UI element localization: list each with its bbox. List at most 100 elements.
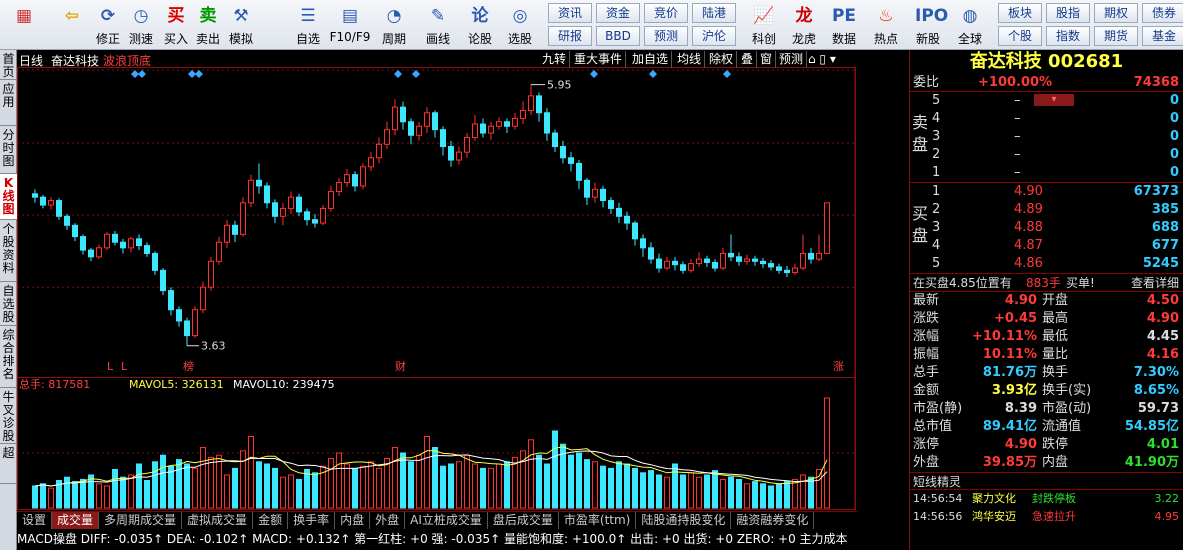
candle [568,152,574,172]
volume-bar [120,476,126,509]
side-tab[interactable]: 牛叉诊股 [0,388,17,444]
dragon-tiger-button[interactable]: 龙龙虎 [784,2,824,48]
discuss-button[interactable]: 论论股 [460,2,500,48]
quick-button[interactable]: 指数 [1046,26,1090,46]
chart-tool-button[interactable]: 九转 [539,51,571,68]
short-line-item[interactable]: 14:56:54 聚力文化 封跌停板 3.22 [910,490,1183,508]
quick-button[interactable]: 基金 [1142,26,1183,46]
candle-body [416,125,422,136]
indicator-tab[interactable]: AI立桩成交量 [405,512,488,529]
chart-tool-button[interactable]: 均线 [674,51,706,68]
draw-line-button[interactable]: ✎ 画线 [416,2,460,48]
chart-tool-button[interactable]: 叠 [738,51,758,68]
side-tab[interactable]: 个股资料 [0,220,17,282]
sell-button[interactable]: 卖卖出 [192,2,224,48]
back-button[interactable]: ⇦ [52,2,92,48]
quick-button[interactable]: 个股 [998,26,1042,46]
chart-tool-button[interactable]: 窗 [757,51,777,68]
side-tab[interactable]: 首页 [0,50,17,80]
quick-button[interactable]: 资讯 [548,3,592,23]
notice-detail-link[interactable]: 查看详细 [1131,274,1179,292]
stat-label: 总市值 [913,419,953,434]
quick-button[interactable]: 板块 [998,3,1042,23]
indicator-tab[interactable]: 陆股通持股变化 [636,512,732,529]
buy-level[interactable]: 4 4.87 677 [910,237,1183,255]
quick-button[interactable]: 沪伦 [692,26,736,46]
quick-button[interactable]: 竞价 [644,3,688,23]
quick-button[interactable]: 期权 [1094,3,1138,23]
candle-body [728,252,734,258]
data-button[interactable]: PE 数据 [824,2,864,48]
indicator-tab[interactable]: 融资融券变化 [731,512,815,529]
weibi-count: 74368 [1133,75,1179,90]
buy-level[interactable]: 2 4.89 385 [910,201,1183,219]
short-line-item[interactable]: 14:56:56 鸿华安迈 急速拉升 4.95 [910,508,1183,526]
period-button[interactable]: ◔ 周期 [372,2,416,48]
buy-button[interactable]: 买买入 [160,2,192,48]
toolbar-label: 模拟 [228,32,253,46]
star-market-button[interactable]: 📈 科创 [744,2,784,48]
quick-button[interactable]: 预测 [644,26,688,46]
chart-tool-button[interactable]: 除权 [706,51,738,68]
buy-level[interactable]: 5 4.86 5245 [910,255,1183,273]
collapse-arrow-icon[interactable]: ▾ [1034,94,1074,106]
hotspot-button[interactable]: ♨ 热点 [864,2,908,48]
chart-tool-button[interactable]: 加自选 [629,51,673,68]
side-tab[interactable]: 自选股 [0,282,17,326]
side-tab[interactable]: 超 [0,444,17,484]
stat-row: 总市值 89.41亿 流通值 54.85亿 [910,418,1183,436]
correction-button[interactable]: ⟳ 修正 [92,2,124,48]
stat-label: 振幅 [913,347,940,362]
indicator-tab[interactable]: 市盈率(ttm) [559,512,637,529]
indicator-tab[interactable]: 盘后成交量 [488,512,559,529]
sell-level[interactable]: 1 – 0 [910,164,1183,182]
side-tab[interactable]: K线图 [0,174,17,220]
quick-button[interactable]: 股指 [1046,3,1090,23]
volume-bar [720,478,726,509]
logo-button[interactable]: ▦ [2,2,46,48]
indicator-tab[interactable]: 内盘 [335,512,371,529]
side-tab[interactable]: 分时图 [0,126,17,174]
quick-button[interactable]: 期货 [1094,26,1138,46]
candle [400,101,406,130]
chart-indicator-name[interactable]: 波浪顶底 [103,52,151,68]
candle [176,306,182,327]
ipo-button[interactable]: IPO 新股 [908,2,948,48]
order-notice[interactable]: 在买盘4.85位置有 883手 买单! 查看详细 [910,274,1183,292]
chart-canvas[interactable]: 6.085.434.794.155.953.63LL榜财涨总手: 817581M… [17,50,857,510]
chart-period[interactable]: 日线 [19,52,43,68]
buy-level[interactable]: 3 4.88 688 [910,219,1183,237]
indicator-tab[interactable]: 外盘 [370,512,406,529]
candle-body [288,196,294,209]
sell-level[interactable]: 2 – 0 [910,146,1183,164]
side-tab[interactable]: 综合排名 [0,326,17,388]
candle-body [600,188,606,202]
f10-button[interactable]: ▤ F10/F9 [328,2,372,48]
quick-button[interactable]: 陆港 [692,3,736,23]
quick-button[interactable]: 债券 [1142,3,1183,23]
quick-button[interactable]: BBD [596,26,640,46]
watchlist-button[interactable]: ☰ 自选 [288,2,328,48]
chart-extra-icons[interactable]: ⌂ ▯ ▾ [808,51,848,68]
indicator-tab[interactable]: 多周期成交量 [99,512,183,529]
sell-level[interactable]: 3 – 0 [910,128,1183,146]
indicator-tab[interactable]: 金额 [253,512,289,529]
buy-level[interactable]: 1 4.90 67373 [910,183,1183,201]
side-tab[interactable]: 应用 [0,80,17,126]
indicator-tab[interactable]: 设置 [17,512,53,529]
stock-pick-button[interactable]: ◎ 选股 [500,2,540,48]
speed-test-button[interactable]: ◷ 测速 [124,2,158,48]
chart-tool-button[interactable]: 重大事件 [571,51,627,68]
level-number: 3 [932,220,941,235]
chart-tool-button[interactable]: 预测 [776,51,808,68]
quick-button[interactable]: 资金 [596,3,640,23]
indicator-tab[interactable]: 虚拟成交量 [182,512,254,529]
simulation-button[interactable]: ⚒ 模拟 [224,2,258,48]
k-line-chart[interactable]: 6.085.434.794.155.953.63LL榜财涨总手: 817581M… [17,50,857,510]
globe-button[interactable]: ◍ 全球 [950,2,990,48]
indicator-tab[interactable]: 换手率 [288,512,336,529]
quick-button[interactable]: 研报 [548,26,592,46]
indicator-tab[interactable]: 成交量 [52,512,100,529]
sell-level[interactable]: 4 – 0 [910,110,1183,128]
candle [576,160,582,190]
